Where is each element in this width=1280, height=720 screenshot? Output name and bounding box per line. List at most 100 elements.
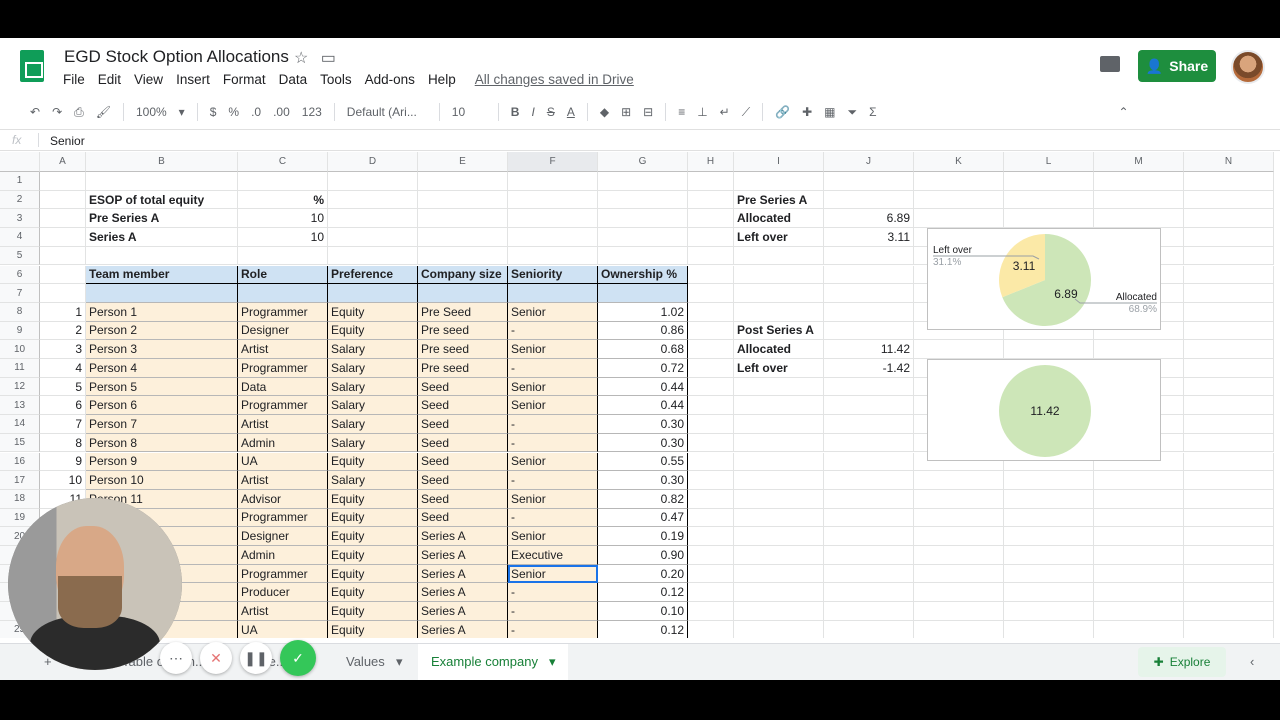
menu-file[interactable]: File xyxy=(63,72,85,87)
grid-cell[interactable] xyxy=(824,246,914,266)
table-cell[interactable]: Artist xyxy=(238,340,328,359)
grid-cell[interactable] xyxy=(688,433,734,453)
row-header[interactable]: 2 xyxy=(0,190,40,210)
menu-tools[interactable]: Tools xyxy=(320,72,352,87)
italic-icon[interactable]: I xyxy=(531,105,534,119)
grid-cell[interactable] xyxy=(688,246,734,266)
grid-cell[interactable] xyxy=(914,471,1004,490)
row-header[interactable]: 5 xyxy=(0,246,40,266)
grid-cell[interactable] xyxy=(238,246,328,266)
grid-cell[interactable] xyxy=(418,246,508,266)
table-cell[interactable]: Senior xyxy=(508,564,598,584)
grid-cell[interactable] xyxy=(914,172,1004,191)
grid-cell[interactable] xyxy=(734,564,824,584)
merge-cells-icon[interactable]: ⊟ xyxy=(643,105,653,119)
grid-cell[interactable] xyxy=(734,452,824,472)
allocated-value[interactable]: 11.42 xyxy=(824,340,914,359)
column-header[interactable]: H xyxy=(688,152,734,172)
grid-cell[interactable] xyxy=(1094,489,1184,509)
grid-cell[interactable] xyxy=(40,284,86,303)
grid-cell[interactable] xyxy=(1184,340,1274,359)
grid-cell[interactable] xyxy=(824,620,914,638)
row-header[interactable]: 8 xyxy=(0,302,40,322)
grid-cell[interactable] xyxy=(1184,284,1274,303)
grid-cell[interactable] xyxy=(914,546,1004,565)
row-index[interactable]: 1 xyxy=(40,302,86,322)
table-header[interactable]: Seniority xyxy=(508,265,598,285)
grid-cell[interactable] xyxy=(1184,620,1274,638)
grid-cell[interactable] xyxy=(688,620,734,638)
bold-icon[interactable]: B xyxy=(511,105,520,119)
grid-cell[interactable] xyxy=(598,228,688,247)
table-cell[interactable]: Equity xyxy=(328,508,418,528)
row-index[interactable]: 6 xyxy=(40,396,86,416)
grid-cell[interactable] xyxy=(914,340,1004,359)
table-cell[interactable]: Series A xyxy=(418,602,508,621)
grid-cell[interactable] xyxy=(824,190,914,210)
table-subheader[interactable] xyxy=(508,284,598,303)
table-cell[interactable]: Artist xyxy=(238,602,328,621)
grid-cell[interactable] xyxy=(688,284,734,303)
grid-cell[interactable] xyxy=(1184,564,1274,584)
column-header[interactable]: M xyxy=(1094,152,1184,172)
grid-cell[interactable] xyxy=(824,583,914,603)
table-subheader[interactable] xyxy=(86,284,238,303)
table-subheader[interactable] xyxy=(328,284,418,303)
column-header[interactable]: F xyxy=(508,152,598,172)
table-cell[interactable]: 0.20 xyxy=(598,564,688,584)
grid-cell[interactable] xyxy=(1184,246,1274,266)
grid-cell[interactable] xyxy=(598,172,688,191)
grid-cell[interactable] xyxy=(1094,546,1184,565)
grid-cell[interactable] xyxy=(40,172,86,191)
menu-data[interactable]: Data xyxy=(279,72,308,87)
grid-cell[interactable] xyxy=(824,265,914,285)
table-cell[interactable]: 0.30 xyxy=(598,415,688,434)
pre-series-a-label[interactable]: Pre Series A xyxy=(86,209,238,229)
grid-cell[interactable] xyxy=(1094,583,1184,603)
increase-decimal-button[interactable]: .00 xyxy=(273,105,290,119)
comment-history-icon[interactable] xyxy=(1100,56,1120,72)
table-cell[interactable]: UA xyxy=(238,452,328,472)
menu-format[interactable]: Format xyxy=(223,72,266,87)
grid-cell[interactable] xyxy=(1004,209,1094,229)
align-vertical-icon[interactable]: ⊥ xyxy=(697,105,707,119)
grid-cell[interactable] xyxy=(688,265,734,285)
column-header[interactable]: E xyxy=(418,152,508,172)
tab-values[interactable]: Values xyxy=(346,654,385,669)
grid-cell[interactable] xyxy=(824,489,914,509)
table-subheader[interactable] xyxy=(238,284,328,303)
row-header[interactable]: 16 xyxy=(0,452,40,472)
grid-cell[interactable] xyxy=(914,602,1004,621)
table-cell[interactable]: Designer xyxy=(238,321,328,341)
grid-cell[interactable] xyxy=(914,620,1004,638)
table-cell[interactable]: 0.12 xyxy=(598,583,688,603)
explore-button[interactable]: ✚ Explore xyxy=(1138,647,1226,677)
grid-cell[interactable] xyxy=(328,246,418,266)
grid-cell[interactable] xyxy=(688,583,734,603)
grid-cell[interactable] xyxy=(914,489,1004,509)
grid-cell[interactable] xyxy=(1184,527,1274,546)
table-header[interactable]: Ownership % xyxy=(598,265,688,285)
grid-cell[interactable] xyxy=(734,583,824,603)
table-cell[interactable]: 0.72 xyxy=(598,359,688,378)
row-header[interactable]: 17 xyxy=(0,471,40,490)
grid-cell[interactable] xyxy=(1184,172,1274,191)
table-cell[interactable]: Equity xyxy=(328,564,418,584)
series-a-label[interactable]: Series A xyxy=(86,228,238,247)
table-header[interactable]: Company size xyxy=(418,265,508,285)
series-a-value[interactable]: 10 xyxy=(238,228,328,247)
share-button[interactable]: 👤 Share xyxy=(1138,50,1216,82)
redo-icon[interactable]: ↷ xyxy=(52,105,62,119)
grid-cell[interactable] xyxy=(688,340,734,359)
grid-cell[interactable] xyxy=(1004,172,1094,191)
grid-cell[interactable] xyxy=(1184,265,1274,285)
table-cell[interactable]: Person 1 xyxy=(86,302,238,322)
grid-cell[interactable] xyxy=(1184,377,1274,397)
table-cell[interactable]: Programmer xyxy=(238,508,328,528)
grid-cell[interactable] xyxy=(688,564,734,584)
grid-cell[interactable] xyxy=(1094,471,1184,490)
grid-cell[interactable] xyxy=(1184,415,1274,434)
allocated-label[interactable]: Allocated xyxy=(734,209,824,229)
grid-cell[interactable] xyxy=(734,527,824,546)
row-header[interactable]: 1 xyxy=(0,172,40,191)
